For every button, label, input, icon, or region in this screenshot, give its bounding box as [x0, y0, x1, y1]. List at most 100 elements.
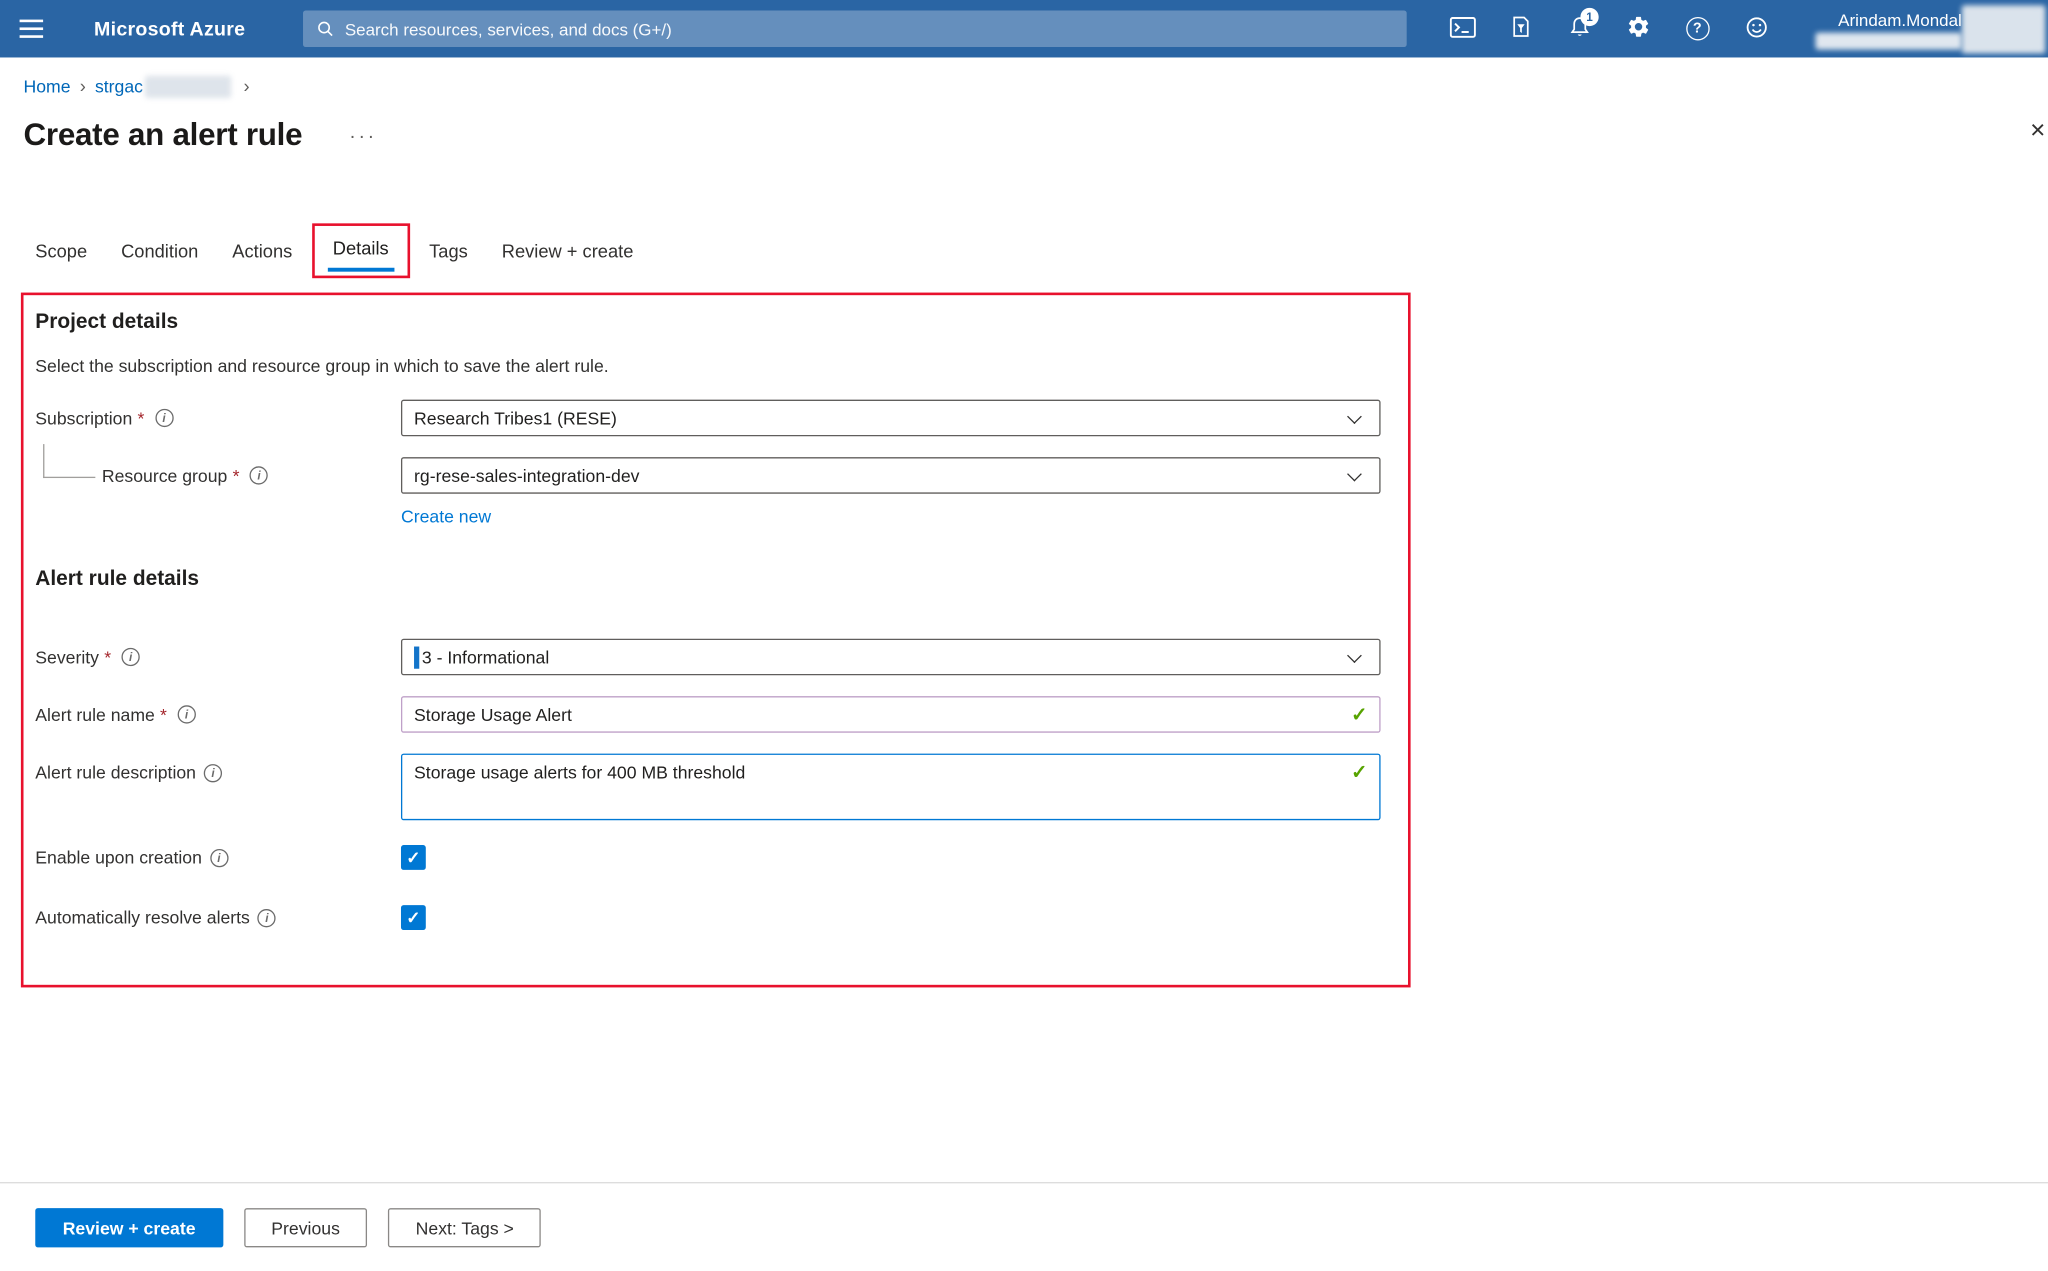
label-text: Enable upon creation — [35, 848, 202, 868]
global-search-box[interactable] — [303, 10, 1407, 47]
gear-icon — [1626, 14, 1651, 43]
cloud-shell-button[interactable] — [1433, 0, 1492, 57]
info-icon[interactable]: i — [258, 908, 276, 926]
enable-upon-creation-checkbox[interactable]: ✓ — [401, 845, 426, 870]
tab-actions[interactable]: Actions — [215, 240, 309, 261]
azure-portal-page: Microsoft Azure 1 — [0, 0, 2048, 1271]
info-glyph: i — [162, 411, 165, 424]
help-icon: ? — [1686, 17, 1710, 41]
valid-check-icon: ✓ — [1351, 760, 1367, 784]
portal-menu-button[interactable] — [0, 0, 63, 57]
red-annotation-box-form: Project details Select the subscription … — [21, 293, 1411, 988]
resource-group-dropdown[interactable]: rg-rese-sales-integration-dev — [401, 457, 1381, 494]
create-new-row: Create new — [401, 505, 1381, 529]
label-text: Subscription — [35, 408, 132, 428]
more-options-ellipsis-icon[interactable]: ··· — [349, 125, 376, 147]
avatar-redacted[interactable] — [1962, 5, 2046, 53]
subscription-dropdown[interactable]: Research Tribes1 (RESE) — [401, 400, 1381, 437]
alert-rule-details-heading: Alert rule details — [35, 568, 1380, 592]
required-asterisk: * — [104, 647, 111, 667]
help-button[interactable]: ? — [1668, 0, 1727, 57]
label-text: Alert rule description — [35, 763, 196, 783]
text-cursor — [414, 646, 419, 668]
breadcrumb: Home › strgac › — [24, 74, 2048, 98]
chevron-down-icon — [1347, 409, 1362, 424]
chevron-down-icon — [1347, 467, 1362, 482]
notification-count-badge: 1 — [1580, 8, 1598, 26]
project-details-heading: Project details — [35, 311, 1380, 335]
feedback-button[interactable] — [1727, 0, 1786, 57]
info-glyph: i — [211, 766, 214, 779]
user-name[interactable]: Arindam.Mondal — [1800, 10, 1962, 30]
required-asterisk: * — [233, 466, 240, 486]
enable-upon-creation-label: Enable upon creation i — [35, 848, 401, 868]
info-icon[interactable]: i — [122, 648, 140, 666]
tab-details[interactable]: Details — [328, 238, 394, 272]
previous-button[interactable]: Previous — [244, 1208, 367, 1247]
hamburger-icon — [20, 20, 44, 23]
info-icon[interactable]: i — [204, 763, 222, 781]
azure-top-bar: Microsoft Azure 1 — [0, 0, 2048, 57]
info-glyph: i — [185, 708, 188, 721]
wizard-footer: Review + create Previous Next: Tags > — [0, 1182, 2048, 1271]
page-header: Create an alert rule ··· × — [24, 115, 2048, 157]
info-glyph: i — [265, 911, 268, 924]
info-icon[interactable]: i — [210, 848, 228, 866]
label-text: Automatically resolve alerts — [35, 908, 250, 928]
redacted-user-email — [1816, 33, 1962, 50]
search-icon — [316, 20, 334, 38]
alert-rule-description-label: Alert rule description i — [35, 754, 401, 783]
info-glyph: i — [129, 650, 132, 663]
alert-rule-name-field: ✓ — [401, 696, 1381, 733]
checkbox-check-icon: ✓ — [406, 909, 420, 926]
close-icon[interactable]: × — [2030, 118, 2045, 144]
tab-scope[interactable]: Scope — [18, 240, 104, 261]
project-details-description: Select the subscription and resource gro… — [35, 357, 1380, 377]
resource-group-label: Resource group * i — [35, 466, 401, 486]
microsoft-azure-logo[interactable]: Microsoft Azure — [94, 0, 245, 57]
required-asterisk: * — [138, 408, 145, 428]
red-annotation-box-details-tab: Details — [312, 223, 410, 278]
resource-group-row: Resource group * i rg-rese-sales-integra… — [35, 457, 1380, 494]
resource-group-value: rg-rese-sales-integration-dev — [414, 466, 639, 486]
chevron-down-icon — [1347, 648, 1362, 663]
screenshot-viewport: Microsoft Azure 1 — [0, 0, 2048, 1271]
directories-filter-button[interactable] — [1492, 0, 1551, 57]
severity-dropdown[interactable]: 3 - Informational — [401, 639, 1381, 676]
alert-rule-description-field: Storage usage alerts for 400 MB threshol… — [401, 754, 1381, 821]
checkbox-check-icon: ✓ — [406, 849, 420, 866]
create-new-link[interactable]: Create new — [401, 507, 491, 527]
info-icon[interactable]: i — [177, 705, 195, 723]
info-glyph: i — [257, 469, 260, 482]
info-icon[interactable]: i — [155, 409, 173, 427]
settings-button[interactable] — [1609, 0, 1668, 57]
alert-rule-name-input[interactable] — [401, 696, 1381, 733]
wizard-tabs: Scope Condition Actions Details Tags Rev… — [18, 217, 2048, 285]
alert-rule-name-label: Alert rule name * i — [35, 705, 401, 725]
auto-resolve-alerts-label: Automatically resolve alerts i — [35, 908, 401, 928]
review-create-button[interactable]: Review + create — [35, 1208, 223, 1247]
tab-tags[interactable]: Tags — [412, 240, 485, 261]
redacted-breadcrumb-text — [146, 75, 232, 97]
severity-row: Severity * i 3 - Informational — [35, 639, 1380, 676]
alert-rule-description-textarea[interactable]: Storage usage alerts for 400 MB threshol… — [401, 754, 1381, 821]
tab-condition[interactable]: Condition — [104, 240, 215, 261]
global-search-input[interactable] — [345, 12, 1407, 46]
breadcrumb-separator: › — [80, 76, 86, 97]
tree-connector-line — [43, 443, 95, 477]
breadcrumb-resource-link[interactable]: strgac — [95, 76, 143, 96]
tab-review-create[interactable]: Review + create — [485, 240, 651, 261]
severity-value: 3 - Informational — [422, 647, 549, 667]
valid-check-icon: ✓ — [1351, 703, 1367, 727]
subscription-row: Subscription * i Research Tribes1 (RESE) — [35, 400, 1380, 437]
subscription-value: Research Tribes1 (RESE) — [414, 408, 617, 428]
info-icon[interactable]: i — [250, 466, 268, 484]
notifications-button[interactable]: 1 — [1550, 0, 1609, 57]
page-title: Create an alert rule — [24, 118, 303, 155]
label-text: Severity — [35, 647, 99, 667]
required-asterisk: * — [160, 705, 167, 725]
alert-rule-name-row: Alert rule name * i ✓ — [35, 696, 1380, 733]
breadcrumb-home-link[interactable]: Home — [24, 76, 71, 96]
auto-resolve-alerts-checkbox[interactable]: ✓ — [401, 905, 426, 930]
next-tags-button[interactable]: Next: Tags > — [388, 1208, 541, 1247]
